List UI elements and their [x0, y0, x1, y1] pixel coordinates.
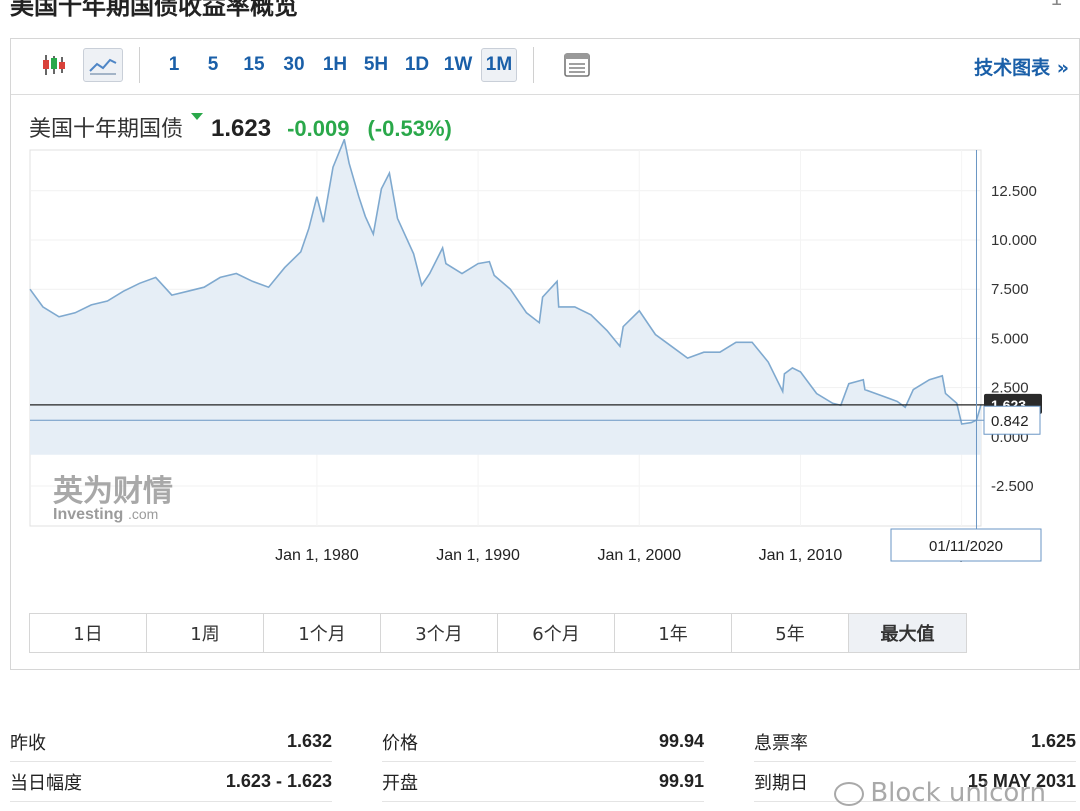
watermark-en-suffix: .com — [128, 506, 158, 522]
stat-row: 开盘 99.91 — [382, 762, 704, 802]
corner-mark: 1 — [1051, 0, 1062, 11]
stat-row: 当日幅度 1.623 - 1.623 — [10, 762, 332, 802]
interval-1m-button[interactable]: 1M — [481, 48, 517, 82]
interval-30-button[interactable]: 30 — [277, 48, 311, 82]
range-3-month-button[interactable]: 3个月 — [381, 614, 498, 652]
stat-label: 开盘 — [382, 772, 418, 794]
range-max-button[interactable]: 最大值 — [849, 614, 966, 652]
interval-1-button[interactable]: 1 — [159, 48, 189, 82]
watermark-en: Investing — [53, 506, 123, 523]
technical-chart-link[interactable]: 技术图表 » — [974, 53, 1069, 80]
stat-row: 昨收 1.632 — [10, 722, 332, 762]
stat-label: 到期日 — [754, 772, 808, 794]
range-1-year-button[interactable]: 1年 — [615, 614, 732, 652]
brand-watermark: Block unicorn — [834, 778, 1046, 808]
interval-5-button[interactable]: 5 — [198, 48, 228, 82]
interval-1w-button[interactable]: 1W — [439, 48, 477, 82]
crosshair-value-label: 0.842 — [991, 413, 1029, 430]
yield-chart[interactable]: 英为财情 Investing .com 12.500 10.000 7.500 5.0… — [11, 139, 1079, 579]
stat-row: 息票率 1.625 — [754, 722, 1076, 762]
y-tick-label: 10.000 — [991, 232, 1037, 249]
toolbar-divider — [139, 47, 140, 83]
chart-panel: 1 5 15 30 1H 5H 1D 1W 1M 技术图表 » 美国十年期国债 … — [10, 38, 1080, 670]
stat-value: 99.94 — [658, 731, 704, 751]
x-tick-label: Jan 1, 1990 — [436, 547, 520, 564]
stats-column-1: 昨收 1.632 当日幅度 1.623 - 1.623 — [10, 722, 332, 802]
range-1-day-button[interactable]: 1日 — [30, 614, 147, 652]
stat-label: 价格 — [382, 732, 418, 754]
stat-value: 1.632 — [286, 731, 332, 751]
line-chart-icon — [89, 58, 117, 75]
x-tick-label: Jan 1, 2000 — [597, 547, 681, 564]
range-1-week-button[interactable]: 1周 — [147, 614, 264, 652]
stat-label: 息票率 — [754, 732, 808, 754]
y-tick-label: 5.000 — [991, 330, 1029, 347]
interval-5h-button[interactable]: 5H — [358, 48, 394, 82]
time-range-selector: 1日 1周 1个月 3个月 6个月 1年 5年 最大值 — [29, 613, 967, 653]
crosshair-date-label: 01/11/2020 — [929, 538, 1003, 555]
quote-flag-icon — [191, 113, 204, 120]
y-tick-label: -2.500 — [991, 478, 1034, 495]
stats-column-2: 价格 99.94 开盘 99.91 — [382, 722, 704, 802]
range-1-month-button[interactable]: 1个月 — [264, 614, 381, 652]
interval-1d-button[interactable]: 1D — [399, 48, 435, 82]
candlestick-icon — [43, 55, 65, 75]
interval-1h-button[interactable]: 1H — [317, 48, 353, 82]
wechat-icon — [834, 781, 865, 806]
y-tick-label: 7.500 — [991, 281, 1029, 298]
crosshair-value-tag: 0.842 — [983, 405, 1041, 435]
line-chart-button[interactable] — [83, 48, 123, 82]
stat-value: 99.91 — [658, 771, 704, 791]
watermark-cn: 英为财情 — [53, 474, 173, 509]
chart-toolbar: 1 5 15 30 1H 5H 1D 1W 1M 技术图表 » — [11, 39, 1079, 95]
stat-row: 价格 99.94 — [382, 722, 704, 762]
investing-watermark: 英为财情 Investing .com — [53, 474, 173, 523]
data-table-button[interactable] — [559, 48, 595, 82]
stat-label: 昨收 — [10, 732, 46, 754]
x-tick-label: Jan 1, 2010 — [759, 547, 843, 564]
range-6-month-button[interactable]: 6个月 — [498, 614, 615, 652]
candlestick-chart-button[interactable] — [37, 48, 71, 82]
toolbar-divider — [533, 47, 534, 83]
y-tick-label: 12.500 — [991, 183, 1037, 200]
page-title: 美国十年期国债收益率概览 — [10, 0, 298, 20]
brand-watermark-text: Block unicorn — [870, 778, 1046, 808]
interval-15-button[interactable]: 15 — [237, 48, 271, 82]
range-5-year-button[interactable]: 5年 — [732, 614, 849, 652]
table-icon — [564, 53, 590, 77]
crosshair-date-tag: 01/11/2020 — [890, 528, 1042, 562]
stat-value: 1.625 — [1030, 731, 1076, 751]
x-tick-label: Jan 1, 1980 — [275, 547, 359, 564]
stat-label: 当日幅度 — [10, 772, 82, 794]
stat-value: 1.623 - 1.623 — [225, 771, 332, 791]
